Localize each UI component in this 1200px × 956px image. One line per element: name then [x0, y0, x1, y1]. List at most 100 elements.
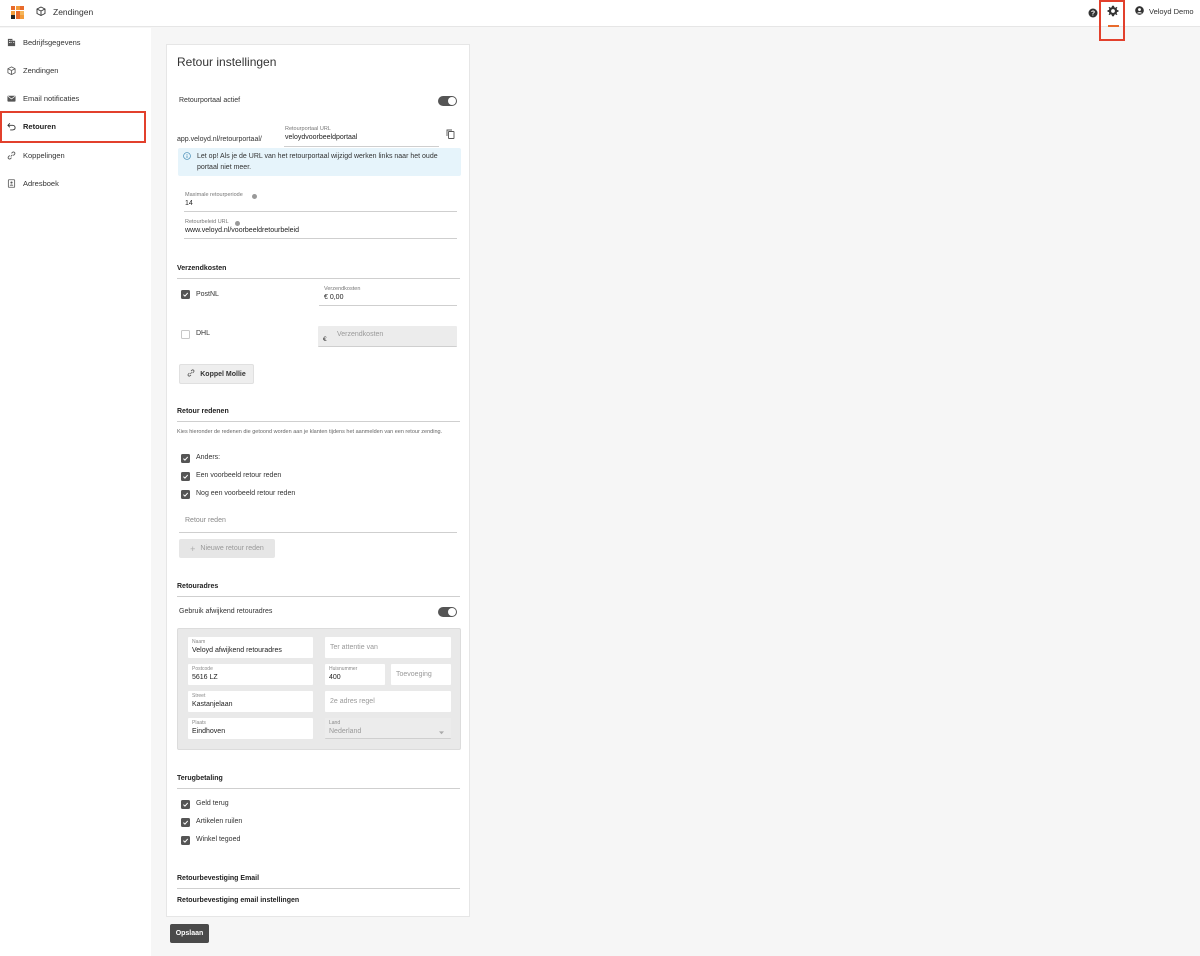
- refund-label: Winkel tegoed: [196, 836, 241, 843]
- sidebar-item-zendingen[interactable]: Zendingen: [0, 56, 151, 84]
- add-reason-button[interactable]: + Nieuwe retour reden: [179, 539, 275, 558]
- help-circle-icon[interactable]: ?: [1086, 6, 1100, 20]
- dhl-label: DHL: [196, 330, 211, 337]
- reason-label: Een voorbeeld retour reden: [196, 472, 282, 479]
- reason-checkbox[interactable]: [181, 454, 190, 463]
- reason-checkbox[interactable]: [181, 472, 190, 481]
- dhl-cost-field[interactable]: € Verzendkosten: [318, 326, 457, 347]
- alt-address-form: Naam Veloyd afwijkend retouradres Ter at…: [177, 628, 461, 750]
- user-avatar-icon: [1135, 6, 1144, 17]
- house-number-field[interactable]: Huisnummer 400: [325, 664, 385, 685]
- sidebar-item-adresboek[interactable]: Adresboek: [0, 169, 151, 197]
- refund-checkbox[interactable]: [181, 800, 190, 809]
- postcode-label: Postcode: [192, 666, 213, 672]
- retouren-highlight-box: [0, 111, 146, 143]
- portal-active-label: Retourportaal actief: [179, 97, 241, 104]
- postcode-field[interactable]: Postcode 5616 LZ: [188, 664, 313, 685]
- info-icon: [183, 152, 191, 162]
- portal-url-prefix: app.veloyd.nl/retourportaal/: [177, 136, 262, 143]
- street-value: Kastanjelaan: [192, 701, 233, 708]
- portal-url-value: veloydvoorbeeldportaal: [285, 134, 358, 141]
- user-menu[interactable]: Veloyd Demo: [1135, 6, 1194, 17]
- url-warning-notice: Let op! Als je de URL van het retourport…: [178, 148, 461, 176]
- refund-label: Geld terug: [196, 800, 229, 807]
- portal-url-field[interactable]: Retourportaal URL veloydvoorbeeldportaal: [284, 125, 439, 147]
- page-title: Retour instellingen: [177, 55, 277, 69]
- sidebar-item-koppelingen[interactable]: Koppelingen: [0, 141, 151, 169]
- alt-address-toggle[interactable]: [438, 607, 457, 617]
- address-line2-field[interactable]: 2e adres regel: [325, 691, 451, 712]
- sidebar-item-label: Zendingen: [23, 65, 59, 75]
- section-divider: [177, 421, 460, 422]
- sidebar-item-label: Koppelingen: [23, 150, 65, 160]
- street-field[interactable]: Street Kastanjelaan: [188, 691, 313, 712]
- settings-highlight-box: [1099, 0, 1125, 41]
- package-icon: [7, 65, 16, 75]
- sidebar-item-bedrijfsgegevens[interactable]: Bedrijfsgegevens: [0, 28, 151, 56]
- currency-symbol: €: [323, 336, 327, 343]
- plus-icon: +: [190, 543, 196, 554]
- section-divider: [177, 596, 460, 597]
- refund-checkbox[interactable]: [181, 836, 190, 845]
- name-field-value: Veloyd afwijkend retouradres: [192, 647, 282, 654]
- sidebar-item-label: Adresboek: [23, 178, 59, 188]
- sidebar: Bedrijfsgegevens Zendingen Email notific…: [0, 28, 151, 956]
- max-period-label: Maximale retourperiode: [185, 192, 243, 198]
- city-field[interactable]: Plaats Eindhoven: [188, 718, 313, 739]
- sidebar-item-label: Email notificaties: [23, 93, 80, 103]
- postnl-checkbox[interactable]: [181, 290, 190, 299]
- address-line2-placeholder: 2e adres regel: [330, 698, 375, 705]
- save-button[interactable]: Opslaan: [170, 924, 209, 943]
- house-number-label: Huisnummer: [329, 666, 358, 672]
- policy-url-label: Retourbeleid URL: [185, 219, 229, 225]
- svg-text:?: ?: [1091, 11, 1095, 18]
- email-settings-link[interactable]: Retourbevestiging email instellingen: [177, 897, 299, 904]
- country-select[interactable]: Land Nederland: [325, 718, 451, 739]
- add-reason-label: Nieuwe retour reden: [200, 545, 264, 552]
- mollie-button-label: Koppel Mollie: [200, 370, 246, 378]
- name-field[interactable]: Naam Veloyd afwijkend retouradres: [188, 637, 313, 658]
- app-logo[interactable]: [11, 6, 24, 19]
- portal-url-label: Retourportaal URL: [285, 126, 331, 132]
- dhl-checkbox[interactable]: [181, 330, 190, 339]
- postnl-cost-label: Verzendkosten: [324, 286, 361, 292]
- sidebar-item-email-notificaties[interactable]: Email notificaties: [0, 84, 151, 112]
- address-book-icon: [7, 178, 16, 188]
- link-icon: [187, 369, 195, 379]
- warning-text: Let op! Als je de URL van het retourport…: [197, 153, 438, 171]
- portal-active-toggle[interactable]: [438, 96, 457, 106]
- postnl-cost-field[interactable]: Verzendkosten € 0,00: [319, 284, 457, 306]
- reason-checkbox[interactable]: [181, 490, 190, 499]
- help-circle-icon: [252, 192, 257, 201]
- refund-checkbox[interactable]: [181, 818, 190, 827]
- return-settings-panel: Retour instellingen Retourportaal actief…: [166, 44, 470, 917]
- building-icon: [7, 38, 16, 47]
- sidebar-item-label: Bedrijfsgegevens: [23, 37, 81, 47]
- section-divider: [177, 788, 460, 789]
- addition-field[interactable]: Toevoeging: [391, 664, 451, 685]
- section-nav[interactable]: Zendingen: [36, 6, 93, 18]
- postnl-label: PostNL: [196, 291, 219, 298]
- section-divider: [177, 278, 460, 279]
- postcode-value: 5616 LZ: [192, 674, 218, 681]
- policy-url-field[interactable]: Retourbeleid URL www.veloyd.nl/voorbeeld…: [184, 217, 457, 239]
- policy-url-value: www.veloyd.nl/voorbeeldretourbeleid: [185, 227, 300, 234]
- postnl-cost-value: € 0,00: [324, 294, 344, 301]
- street-label: Street: [192, 693, 206, 699]
- max-period-field[interactable]: Maximale retourperiode 14: [184, 190, 457, 212]
- shipping-costs-heading: Verzendkosten: [177, 265, 227, 272]
- copy-icon[interactable]: [446, 129, 455, 141]
- connect-mollie-button[interactable]: Koppel Mollie: [179, 364, 254, 384]
- mail-icon: [7, 94, 16, 103]
- dhl-cost-placeholder: Verzendkosten: [337, 331, 384, 338]
- alt-address-label: Gebruik afwijkend retouradres: [179, 608, 273, 615]
- reason-label: Anders:: [196, 454, 221, 461]
- country-label: Land: [329, 720, 341, 726]
- new-reason-input[interactable]: Retour reden: [179, 511, 457, 533]
- attention-field[interactable]: Ter attentie van: [325, 637, 451, 658]
- chevron-down-icon: [439, 728, 444, 737]
- section-title: Zendingen: [53, 7, 94, 17]
- user-name: Veloyd Demo: [1149, 7, 1194, 16]
- section-divider: [177, 888, 460, 889]
- attention-placeholder: Ter attentie van: [330, 644, 378, 651]
